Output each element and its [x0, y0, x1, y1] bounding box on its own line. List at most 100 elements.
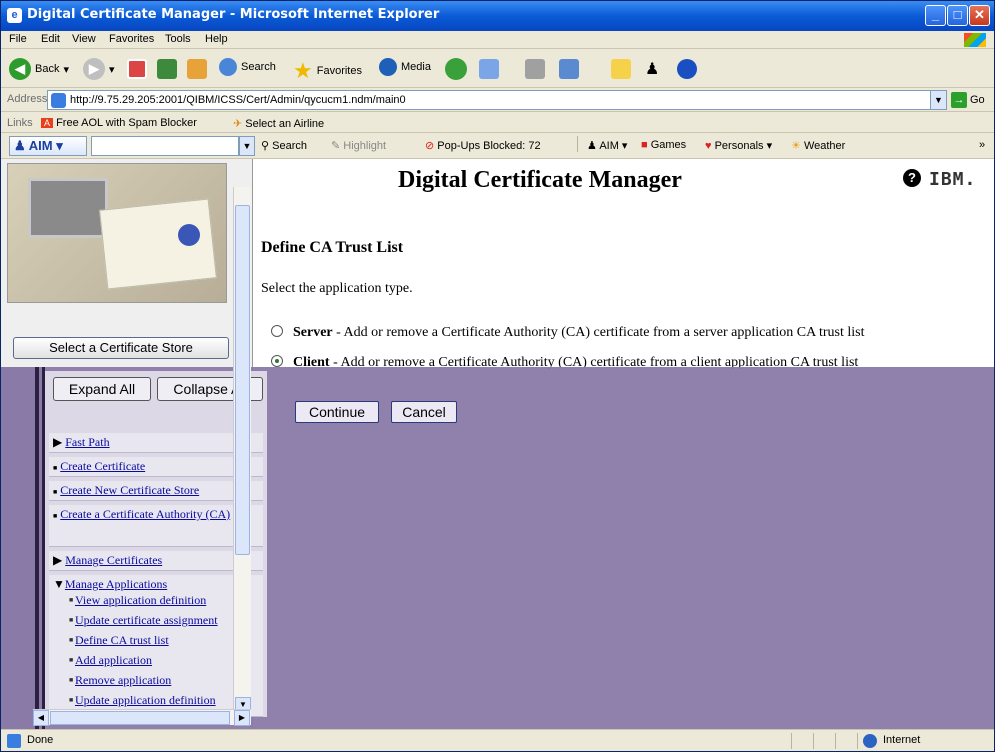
- nav-sub-add-application-link[interactable]: Add application: [75, 653, 152, 667]
- link-airline[interactable]: ✈ Select an Airline: [233, 117, 324, 130]
- server-option-name: Server: [293, 325, 333, 340]
- nav-link-create-store[interactable]: Create New Certificate Store: [60, 483, 199, 497]
- help-icon[interactable]: ?: [903, 169, 921, 187]
- aim-button[interactable]: ♟ AIM ▾: [9, 136, 87, 156]
- close-button[interactable]: ✕: [969, 5, 990, 26]
- seal-graphic: [178, 224, 200, 246]
- back-button[interactable]: ◀ Back ▾: [9, 58, 69, 80]
- certificate-banner-image: [7, 163, 227, 303]
- forward-button[interactable]: ▶ ▾: [83, 58, 115, 80]
- scroll-left-icon[interactable]: ◀: [33, 710, 49, 726]
- messenger-icon[interactable]: ♟: [645, 59, 659, 79]
- nav-sub-view-definition[interactable]: View application definition: [69, 593, 206, 608]
- nav-sub-update-assignment-link[interactable]: Update certificate assignment: [75, 613, 218, 627]
- certificate-graphic: [99, 198, 217, 290]
- games-link[interactable]: ■ Games: [641, 139, 686, 151]
- aim-search-input[interactable]: [91, 136, 239, 156]
- media-button[interactable]: Media: [379, 58, 431, 76]
- nav-sub-update-definition-link[interactable]: Update application definition: [75, 693, 216, 707]
- mail-icon[interactable]: [479, 59, 499, 79]
- favorites-button[interactable]: ★ Favorites: [293, 58, 362, 84]
- weather-link[interactable]: ☀ Weather: [791, 139, 845, 152]
- status-separator: [835, 733, 836, 749]
- aim-menu-label: AIM: [599, 140, 619, 152]
- window-title: Digital Certificate Manager - Microsoft …: [27, 7, 440, 22]
- continue-button[interactable]: Continue: [295, 401, 379, 423]
- monitor-graphic: [28, 178, 108, 238]
- title-bar: e Digital Certificate Manager - Microsof…: [1, 1, 994, 31]
- aim-menu[interactable]: ♟ AIM ▾: [587, 139, 627, 152]
- bluetooth-icon[interactable]: [677, 59, 697, 79]
- personals-link[interactable]: ♥ Personals ▾: [705, 139, 772, 152]
- aim-search-dropdown[interactable]: ▼: [239, 136, 255, 156]
- nav-link-create-certificate[interactable]: Create Certificate: [60, 459, 145, 473]
- nav-item-create-ca[interactable]: ■ Create a Certificate Authority (CA): [49, 505, 263, 547]
- menu-file[interactable]: File: [9, 33, 27, 45]
- security-zone: Internet: [883, 734, 921, 746]
- nav-link-create-ca[interactable]: Create a Certificate Authority (CA): [60, 507, 230, 521]
- maximize-button[interactable]: □: [947, 5, 968, 26]
- address-input[interactable]: http://9.75.29.205:2001/QIBM/ICSS/Cert/A…: [47, 90, 947, 110]
- nav-sub-define-trust-list-link[interactable]: Define CA trust list: [75, 633, 169, 647]
- expand-all-button[interactable]: Expand All: [53, 377, 151, 401]
- status-separator: [813, 733, 814, 749]
- page-icon: [51, 93, 66, 108]
- go-button[interactable]: → Go: [951, 92, 985, 108]
- personals-label: Personals: [714, 140, 764, 152]
- nav-item-fast-path[interactable]: ▶ Fast Path: [49, 433, 263, 453]
- nav-item-create-certificate[interactable]: ■ Create Certificate: [49, 457, 263, 477]
- airline-icon: ✈: [233, 118, 243, 130]
- back-arrow-icon: ◀: [9, 58, 31, 80]
- nav-item-manage-certificates[interactable]: ▶ Manage Certificates: [49, 551, 263, 571]
- favorites-label: Favorites: [316, 65, 362, 77]
- nav-sub-view-definition-link[interactable]: View application definition: [75, 593, 206, 607]
- nav-sub-remove-application[interactable]: Remove application: [69, 673, 171, 688]
- nav-link-fast-path[interactable]: Fast Path: [65, 435, 109, 449]
- nav-item-create-store[interactable]: ■ Create New Certificate Store: [49, 481, 263, 501]
- search-button[interactable]: Search: [219, 58, 276, 76]
- address-dropdown-icon[interactable]: ▼: [930, 91, 946, 109]
- games-label: Games: [650, 139, 687, 151]
- chevron-icon[interactable]: »: [979, 139, 985, 151]
- menu-help[interactable]: Help: [205, 33, 228, 45]
- menu-view[interactable]: View: [72, 33, 96, 45]
- menu-tools[interactable]: Tools: [165, 33, 191, 45]
- windows-logo-icon: [964, 33, 986, 47]
- refresh-icon[interactable]: [157, 59, 177, 79]
- print-icon[interactable]: [525, 59, 545, 79]
- nav-vertical-scrollbar[interactable]: ▼: [233, 187, 251, 717]
- edit-icon[interactable]: [559, 59, 579, 79]
- minimize-button[interactable]: _: [925, 5, 946, 26]
- nav-scroll-thumb[interactable]: [235, 205, 250, 555]
- nav-horizontal-scrollbar[interactable]: ◀ ▶: [33, 709, 251, 726]
- nav-sub-define-trust-list[interactable]: Define CA trust list: [69, 633, 169, 648]
- home-icon[interactable]: [187, 59, 207, 79]
- bullet-icon: ■: [53, 464, 58, 472]
- nav-sub-remove-application-link[interactable]: Remove application: [75, 673, 171, 687]
- cancel-button[interactable]: Cancel: [391, 401, 457, 423]
- bullet-icon: ■: [53, 488, 58, 496]
- link-aol[interactable]: A Free AOL with Spam Blocker: [41, 117, 197, 129]
- aim-search-button[interactable]: ⚲ Search: [261, 139, 307, 152]
- nav-hscroll-thumb[interactable]: [50, 711, 230, 725]
- nav-sub-add-application[interactable]: Add application: [69, 653, 152, 668]
- overlay-left-edge: [1, 367, 45, 729]
- nav-sub-update-definition[interactable]: Update application definition: [69, 693, 216, 707]
- server-option[interactable]: Server - Add or remove a Certificate Aut…: [271, 325, 865, 341]
- menu-edit[interactable]: Edit: [41, 33, 60, 45]
- aol-icon: A: [41, 118, 54, 128]
- popups-blocked[interactable]: ⊘ Pop-Ups Blocked: 72: [425, 139, 541, 152]
- client-radio[interactable]: [271, 355, 283, 367]
- history-icon[interactable]: [445, 58, 467, 80]
- nav-link-manage-applications[interactable]: Manage Applications: [65, 577, 167, 591]
- server-radio[interactable]: [271, 325, 283, 337]
- nav-sub-update-assignment[interactable]: Update certificate assignment: [69, 613, 218, 628]
- menu-favorites[interactable]: Favorites: [109, 33, 154, 45]
- aim-highlight-button[interactable]: ✎ Highlight: [331, 139, 386, 152]
- discuss-icon[interactable]: [611, 59, 631, 79]
- stop-icon[interactable]: [127, 59, 147, 79]
- select-certificate-store-button[interactable]: Select a Certificate Store: [13, 337, 229, 359]
- nav-link-manage-certificates[interactable]: Manage Certificates: [65, 553, 162, 567]
- scroll-right-icon[interactable]: ▶: [234, 710, 250, 726]
- instruction-text: Select the application type.: [261, 281, 413, 296]
